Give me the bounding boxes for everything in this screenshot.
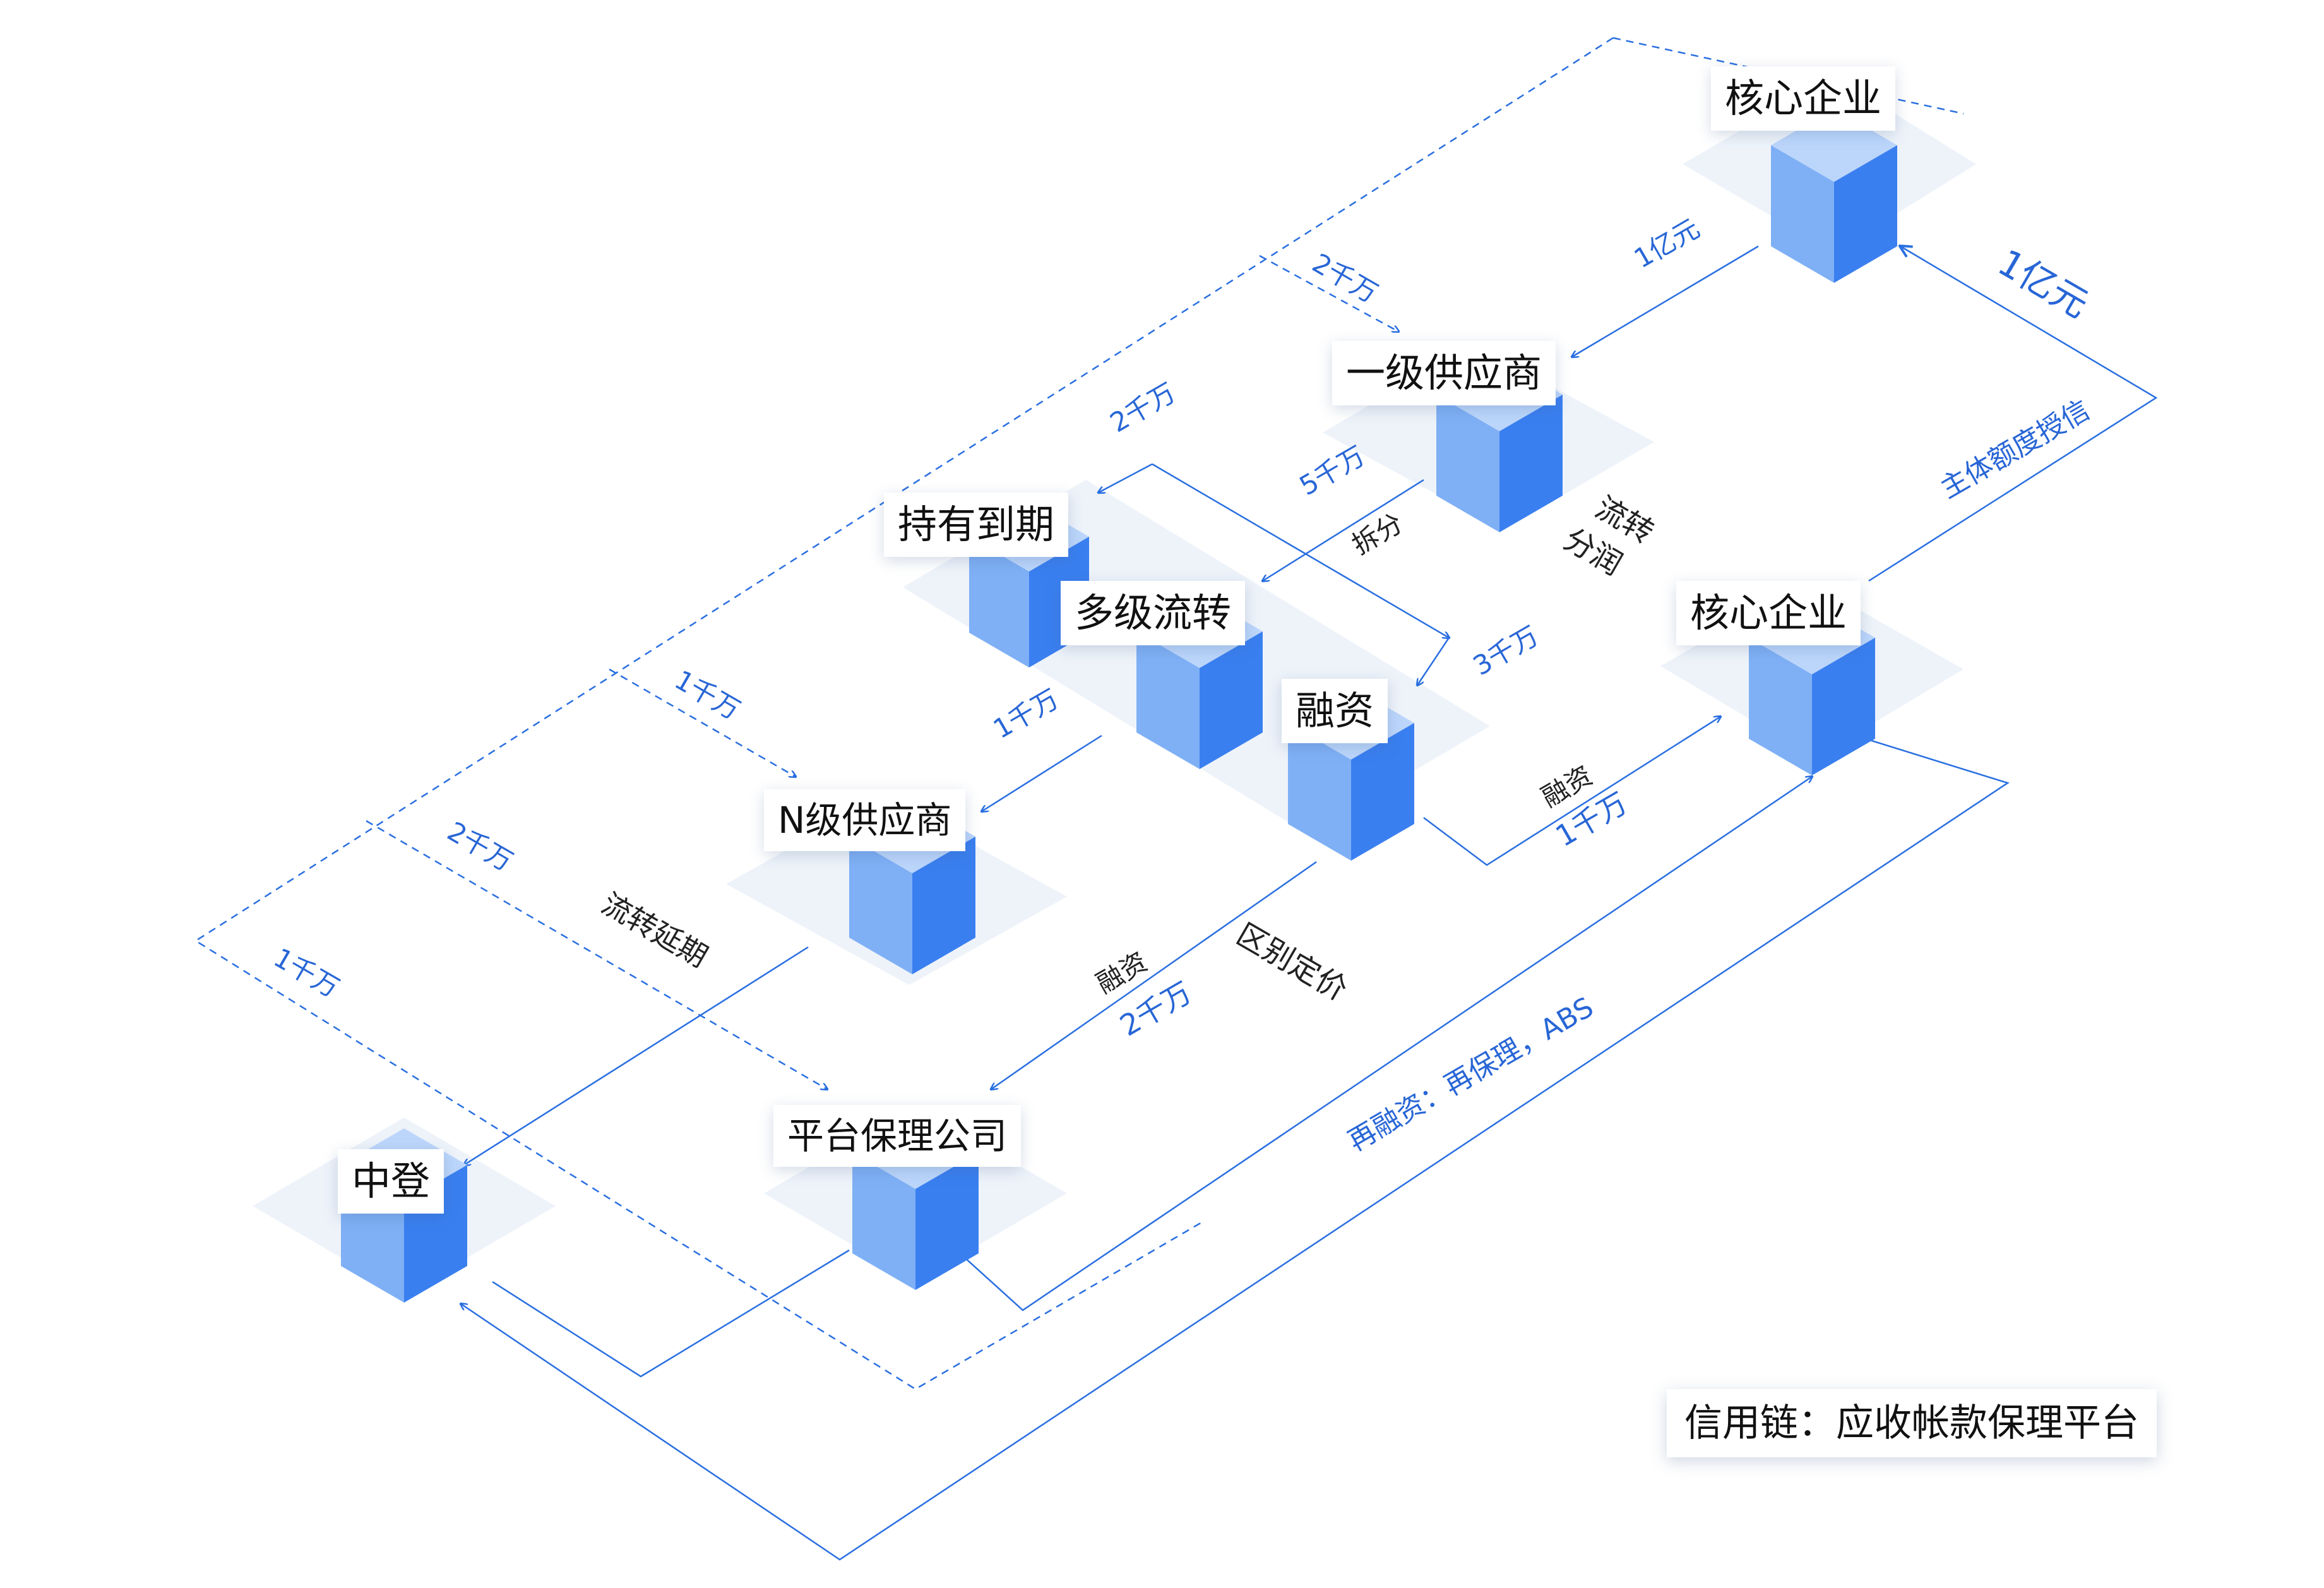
edge-nlevel-to-zhongdeng (464, 946, 809, 1165)
edge-to-nlevel (982, 734, 1102, 811)
node-tier1-supplier: 一级供应商 (1332, 341, 1556, 405)
node-financing: 融资 (1282, 679, 1388, 743)
solid-lines (461, 245, 2158, 1561)
edge-platform-to-zhongdeng (492, 1249, 850, 1378)
flow-diagram (194, 37, 2158, 1561)
edge-3qian (1417, 637, 1450, 685)
node-n-level-supplier: N级供应商 (764, 789, 966, 851)
cube-core-top (1771, 109, 1897, 283)
node-core-enterprise-top: 核心企业 (1711, 66, 1896, 131)
node-hold-to-maturity: 持有到期 (884, 493, 1069, 557)
caption-credit-chain: 信用链：应收帐款保理平台 (1667, 1389, 2157, 1457)
node-core-enterprise-right: 核心企业 (1676, 581, 1861, 645)
edge-refinance (956, 777, 1812, 1311)
edge-core-to-tier1 (1572, 245, 1759, 357)
dashed-to-platform (366, 820, 827, 1089)
platform-tiles (253, 76, 1976, 1294)
node-platform-factoring: 平台保理公司 (773, 1105, 1022, 1167)
edge-credit (1868, 246, 2158, 582)
node-multi-level-circulation: 多级流转 (1061, 581, 1246, 645)
edge-tier1-to-hold (1099, 463, 1153, 493)
node-zhongdeng: 中登 (338, 1149, 444, 1214)
